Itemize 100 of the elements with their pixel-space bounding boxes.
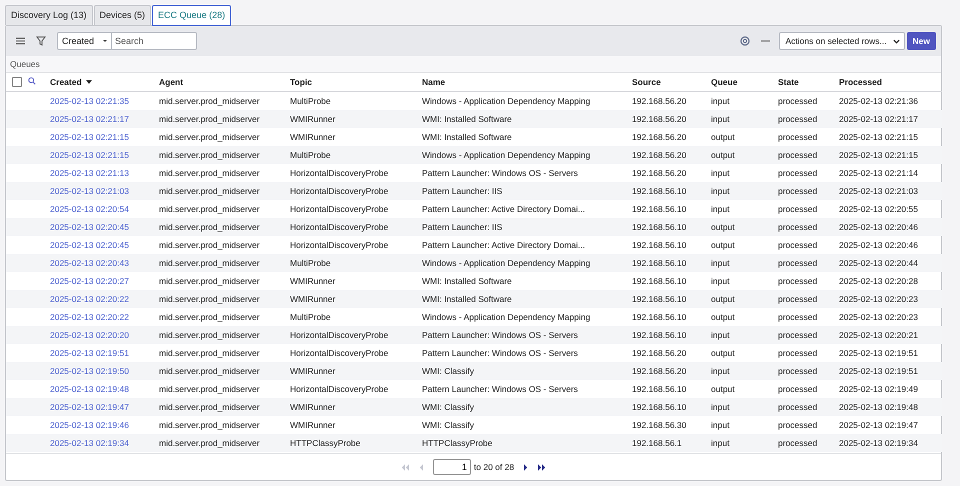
table-cell: processed (778, 402, 818, 412)
table-cell: Pattern Launcher: Active Directory Domai... (422, 204, 585, 214)
select-all-checkbox[interactable] (12, 77, 22, 88)
column-header[interactable]: Agent (159, 77, 184, 87)
record-link[interactable]: 2025-02-13 02:20:43 (50, 258, 129, 268)
table-cell: WMI: Classify (422, 366, 474, 376)
table-cell: input (711, 204, 730, 214)
table-cell: 192.168.56.10 (632, 276, 686, 286)
table-cell: output (711, 312, 735, 322)
table-cell: processed (778, 366, 818, 376)
table-cell: Pattern Launcher: Active Directory Domai... (422, 240, 585, 250)
table-cell: 2025-02-13 02:19:34 (839, 438, 918, 448)
record-link[interactable]: 2025-02-13 02:19:46 (50, 420, 129, 430)
record-link[interactable]: 2025-02-13 02:20:45 (50, 240, 129, 250)
table-cell: 2025-02-13 02:19:47 (839, 420, 918, 430)
new-button[interactable]: New (906, 32, 936, 50)
next-page-icon[interactable] (524, 464, 528, 470)
menu-icon[interactable] (16, 37, 25, 45)
field-dropdown[interactable]: Created (57, 32, 112, 50)
record-link[interactable]: 2025-02-13 02:19:50 (50, 366, 129, 376)
table-cell: 192.168.56.10 (632, 384, 686, 394)
tab[interactable]: Devices (5) (94, 5, 152, 25)
column-header[interactable]: Topic (290, 77, 312, 87)
page-range: to 20 of 28 (474, 462, 514, 472)
record-link[interactable]: 2025-02-13 02:20:54 (50, 204, 129, 214)
table-cell: WMIRunner (290, 132, 336, 142)
record-link[interactable]: 2025-02-13 02:19:48 (50, 384, 129, 394)
table-cell: mid.server.prod_midserver (159, 150, 260, 160)
table-cell: MultiProbe (290, 312, 331, 322)
sort-descending-icon (86, 80, 92, 84)
table-cell: 2025-02-13 02:19:49 (839, 384, 918, 394)
table-cell: output (711, 294, 735, 304)
table-cell: input (711, 438, 730, 448)
table-cell: 192.168.56.20 (632, 132, 686, 142)
tab[interactable]: Discovery Log (13) (5, 5, 93, 25)
record-link[interactable]: 2025-02-13 02:20:20 (50, 330, 129, 340)
table-cell: 192.168.56.20 (632, 366, 686, 376)
column-header[interactable]: Source (632, 77, 661, 87)
table-cell: processed (778, 114, 818, 124)
record-link[interactable]: 2025-02-13 02:19:51 (50, 348, 129, 358)
column-header[interactable]: Queue (711, 77, 738, 87)
table-cell: WMIRunner (290, 114, 336, 124)
table-cell: 2025-02-13 02:21:36 (839, 96, 918, 106)
table-cell: HorizontalDiscoveryProbe (290, 186, 388, 196)
tab[interactable]: ECC Queue (28) (152, 5, 232, 26)
table-cell: mid.server.prod_midserver (159, 438, 260, 448)
record-link[interactable]: 2025-02-13 02:19:47 (50, 402, 129, 412)
table-cell: input (711, 258, 730, 268)
table-cell: mid.server.prod_midserver (159, 240, 260, 250)
record-link[interactable]: 2025-02-13 02:21:15 (50, 150, 129, 160)
table-cell: mid.server.prod_midserver (159, 186, 260, 196)
table-cell: 2025-02-13 02:20:28 (839, 276, 918, 286)
table-cell: HorizontalDiscoveryProbe (290, 348, 388, 358)
table-cell: Pattern Launcher: IIS (422, 186, 502, 196)
record-link[interactable]: 2025-02-13 02:20:22 (50, 294, 129, 304)
table-cell: MultiProbe (290, 150, 331, 160)
table-cell: MultiProbe (290, 96, 331, 106)
record-link[interactable]: 2025-02-13 02:21:13 (50, 168, 129, 178)
actions-dropdown[interactable]: Actions on selected rows... (778, 32, 905, 50)
table-cell: mid.server.prod_midserver (159, 258, 260, 268)
table-cell: 192.168.56.10 (632, 258, 686, 268)
table-cell: WMI: Installed Software (422, 276, 512, 286)
record-link[interactable]: 2025-02-13 02:21:35 (50, 96, 129, 106)
table-cell: processed (778, 312, 818, 322)
record-link[interactable]: 2025-02-13 02:20:22 (50, 312, 129, 322)
filter-icon[interactable] (36, 36, 46, 46)
table-cell: WMIRunner (290, 366, 336, 376)
column-header[interactable]: State (778, 77, 799, 87)
table-cell: 192.168.56.10 (632, 240, 686, 250)
record-link[interactable]: 2025-02-13 02:20:27 (50, 276, 129, 286)
table-cell: mid.server.prod_midserver (159, 114, 260, 124)
table-cell: processed (778, 150, 818, 160)
table-cell: 2025-02-13 02:20:46 (839, 240, 918, 250)
table-cell: input (711, 168, 730, 178)
record-link[interactable]: 2025-02-13 02:21:15 (50, 132, 129, 142)
table-cell: input (711, 276, 730, 286)
search-field[interactable]: Search (112, 32, 197, 50)
column-header[interactable]: Name (422, 77, 446, 87)
table-cell: 2025-02-13 02:20:46 (839, 222, 918, 232)
page-field[interactable]: 1 (432, 459, 471, 475)
record-link[interactable]: 2025-02-13 02:20:45 (50, 222, 129, 232)
record-link[interactable]: 2025-02-13 02:19:34 (50, 438, 129, 448)
record-link[interactable]: 2025-02-13 02:21:03 (50, 186, 129, 196)
column-header[interactable]: Processed (839, 77, 882, 87)
table-cell: mid.server.prod_midserver (159, 204, 260, 214)
table-cell: 2025-02-13 02:20:55 (839, 204, 918, 214)
table-cell: 192.168.56.10 (632, 222, 686, 232)
record-link[interactable]: 2025-02-13 02:21:17 (50, 114, 129, 124)
table-cell: HorizontalDiscoveryProbe (290, 168, 388, 178)
table-cell: 192.168.56.10 (632, 402, 686, 412)
table-cell: 2025-02-13 02:20:44 (839, 258, 918, 268)
table-cell: HorizontalDiscoveryProbe (290, 222, 388, 232)
table-cell: WMIRunner (290, 420, 336, 430)
settings-icon[interactable] (740, 36, 750, 46)
search-icon[interactable] (28, 77, 36, 85)
table-cell: 2025-02-13 02:21:15 (839, 150, 918, 160)
last-page-icon[interactable] (538, 464, 546, 470)
column-header[interactable]: Created (50, 77, 92, 87)
table-cell: mid.server.prod_midserver (159, 222, 260, 232)
table-cell: processed (778, 240, 818, 250)
